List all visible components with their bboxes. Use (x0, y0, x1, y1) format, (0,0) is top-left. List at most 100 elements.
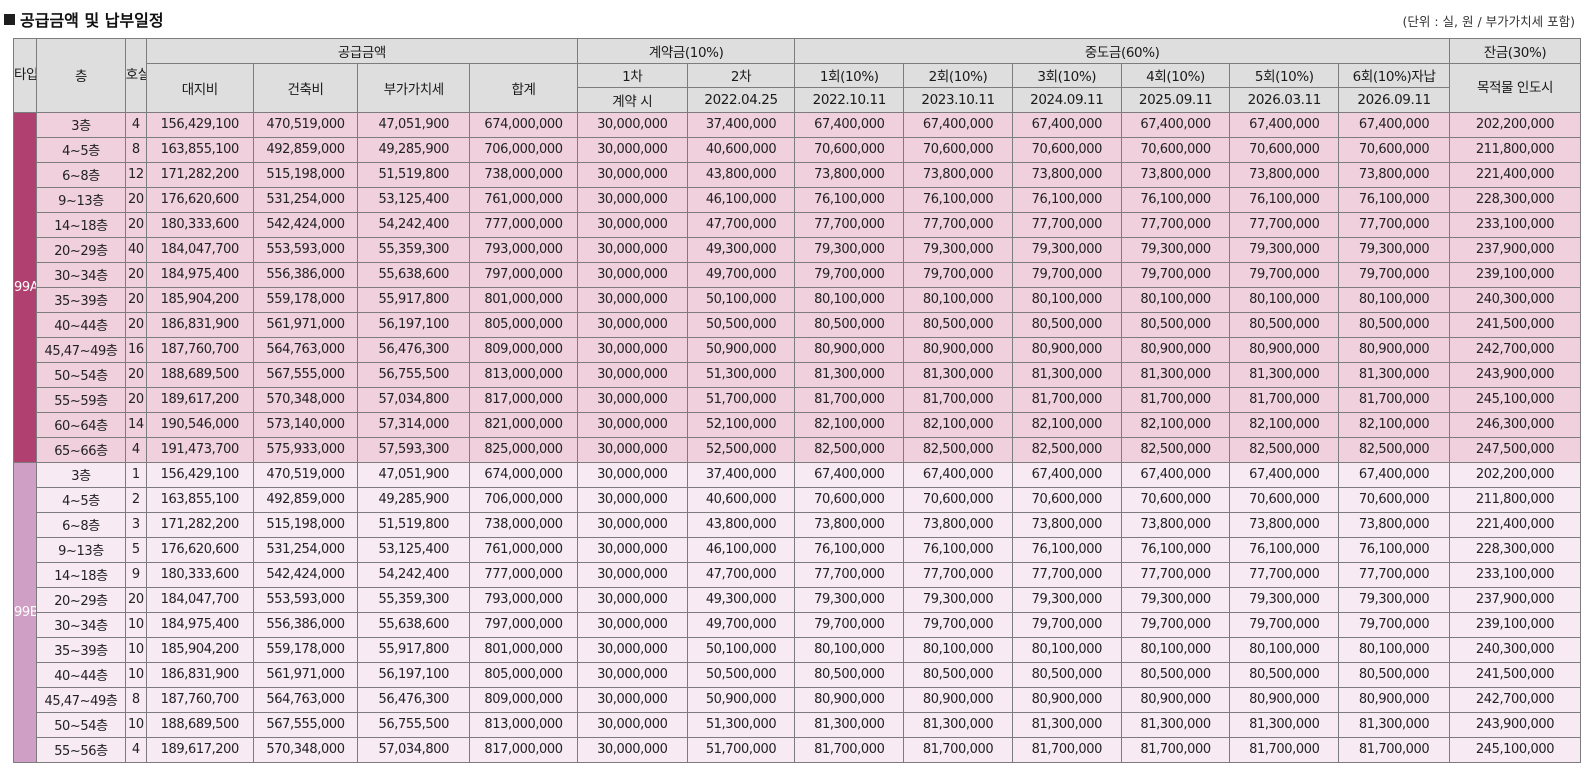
table-cell: 561,971,000 (252, 661, 359, 688)
table-cell: 559,178,000 (252, 636, 359, 663)
table-cell: 67,400,000 (1011, 461, 1122, 488)
table-cell: 80,900,000 (903, 336, 1013, 363)
table-cell: 240,300,000 (1448, 286, 1581, 313)
header-units: 호실수 (124, 38, 147, 113)
table-row: 55~56층 4 189,617,200 570,348,000 57,034,800 8… (14, 736, 1581, 763)
table-cell: 8 (124, 686, 147, 713)
table-cell: 79,300,000 (1011, 236, 1122, 263)
table-cell: 738,000,000 (469, 511, 578, 538)
table-cell: 77,700,000 (794, 561, 905, 588)
table-cell: 176,620,600 (145, 536, 254, 563)
table-cell: 45,47~49층 (36, 336, 126, 363)
table-cell: 245,100,000 (1448, 386, 1581, 413)
table-cell: 2 (124, 486, 147, 513)
table-cell: 49,300,000 (686, 586, 796, 613)
table-cell: 171,282,200 (145, 511, 254, 538)
table-row: 6~8층 12 171,282,200 515,198,000 51,519,800 73… (14, 161, 1581, 188)
table-cell: 79,700,000 (1229, 261, 1340, 288)
table-cell: 79,300,000 (903, 586, 1013, 613)
table-cell: 80,500,000 (903, 311, 1013, 338)
table-cell: 76,100,000 (1120, 536, 1231, 563)
table-cell: 10 (124, 611, 147, 638)
table-cell: 60~64층 (36, 411, 126, 438)
table-row: 30~34층 10 184,975,400 556,386,000 55,638,600… (14, 611, 1581, 638)
table-cell: 817,000,000 (469, 386, 578, 413)
table-cell: 57,034,800 (357, 386, 471, 413)
table-cell: 80,100,000 (1011, 636, 1122, 663)
header-land: 대지비 (145, 62, 254, 113)
table-cell: 79,700,000 (903, 261, 1013, 288)
table-cell: 70,600,000 (903, 486, 1013, 513)
table-cell: 50,500,000 (686, 311, 796, 338)
table-row: 14~18층 9 180,333,600 542,424,000 54,242,400 7… (14, 561, 1581, 588)
table-cell: 81,700,000 (1229, 736, 1340, 763)
table-cell: 20~29층 (36, 586, 126, 613)
table-cell: 186,831,900 (145, 311, 254, 338)
table-cell: 30,000,000 (576, 136, 688, 163)
table-cell: 79,300,000 (1338, 236, 1450, 263)
table-cell: 70,600,000 (1338, 486, 1450, 513)
table-cell: 564,763,000 (252, 336, 359, 363)
table-cell: 4~5층 (36, 136, 126, 163)
table-cell: 79,700,000 (1338, 611, 1450, 638)
table-cell: 73,800,000 (1011, 511, 1122, 538)
table-cell: 30,000,000 (576, 711, 688, 738)
table-cell: 30,000,000 (576, 261, 688, 288)
table-cell: 30,000,000 (576, 336, 688, 363)
table-cell: 56,197,100 (357, 311, 471, 338)
table-cell: 70,600,000 (1120, 136, 1231, 163)
table-cell: 674,000,000 (469, 111, 578, 138)
table-cell: 81,700,000 (1011, 386, 1122, 413)
table-cell: 67,400,000 (1338, 461, 1450, 488)
table-cell: 187,760,700 (145, 336, 254, 363)
table-cell: 70,600,000 (1338, 136, 1450, 163)
table-cell: 73,800,000 (1338, 511, 1450, 538)
table-cell: 81,300,000 (1229, 361, 1340, 388)
table-cell: 77,700,000 (1338, 211, 1450, 238)
table-cell: 51,700,000 (686, 386, 796, 413)
table-cell: 50,500,000 (686, 661, 796, 688)
table-cell: 50~54층 (36, 361, 126, 388)
table-cell: 76,100,000 (1338, 186, 1450, 213)
table-cell: 156,429,100 (145, 461, 254, 488)
table-cell: 30,000,000 (576, 186, 688, 213)
table-cell: 542,424,000 (252, 561, 359, 588)
table-cell: 239,100,000 (1448, 261, 1581, 288)
table-cell: 79,300,000 (1229, 586, 1340, 613)
table-cell: 20 (124, 211, 147, 238)
table-cell: 3층 (36, 461, 126, 488)
table-cell: 37,400,000 (686, 461, 796, 488)
table-cell: 761,000,000 (469, 186, 578, 213)
table-cell: 81,300,000 (794, 711, 905, 738)
table-cell: 801,000,000 (469, 636, 578, 663)
table-cell: 55,359,300 (357, 586, 471, 613)
table-cell: 70,600,000 (794, 136, 905, 163)
table-cell: 55~59층 (36, 386, 126, 413)
table-cell: 237,900,000 (1448, 236, 1581, 263)
table-cell: 233,100,000 (1448, 211, 1581, 238)
header-deposit: 계약금(10%) (576, 38, 796, 64)
table-cell: 81,300,000 (1011, 361, 1122, 388)
table-cell: 80,500,000 (1120, 661, 1231, 688)
table-cell: 492,859,000 (252, 136, 359, 163)
table-cell: 542,424,000 (252, 211, 359, 238)
table-cell: 30,000,000 (576, 561, 688, 588)
table-cell: 189,617,200 (145, 736, 254, 763)
table-cell: 30,000,000 (576, 511, 688, 538)
table-cell: 80,900,000 (1011, 336, 1122, 363)
table-cell: 817,000,000 (469, 736, 578, 763)
table-cell: 20 (124, 311, 147, 338)
header-mid-3-date: 2024.09.11 (1011, 87, 1122, 113)
table-cell: 79,300,000 (1120, 586, 1231, 613)
table-cell: 81,300,000 (794, 361, 905, 388)
table-cell: 82,500,000 (1120, 436, 1231, 463)
table-cell: 46,100,000 (686, 186, 796, 213)
table-cell: 70,600,000 (903, 136, 1013, 163)
table-cell: 55,917,800 (357, 286, 471, 313)
table-row: 55~59층 20 189,617,200 570,348,000 57,034,800… (14, 386, 1581, 413)
table-cell: 553,593,000 (252, 236, 359, 263)
table-cell: 809,000,000 (469, 686, 578, 713)
header-supply: 공급금액 (145, 38, 578, 64)
table-cell: 52,500,000 (686, 436, 796, 463)
table-cell: 805,000,000 (469, 661, 578, 688)
